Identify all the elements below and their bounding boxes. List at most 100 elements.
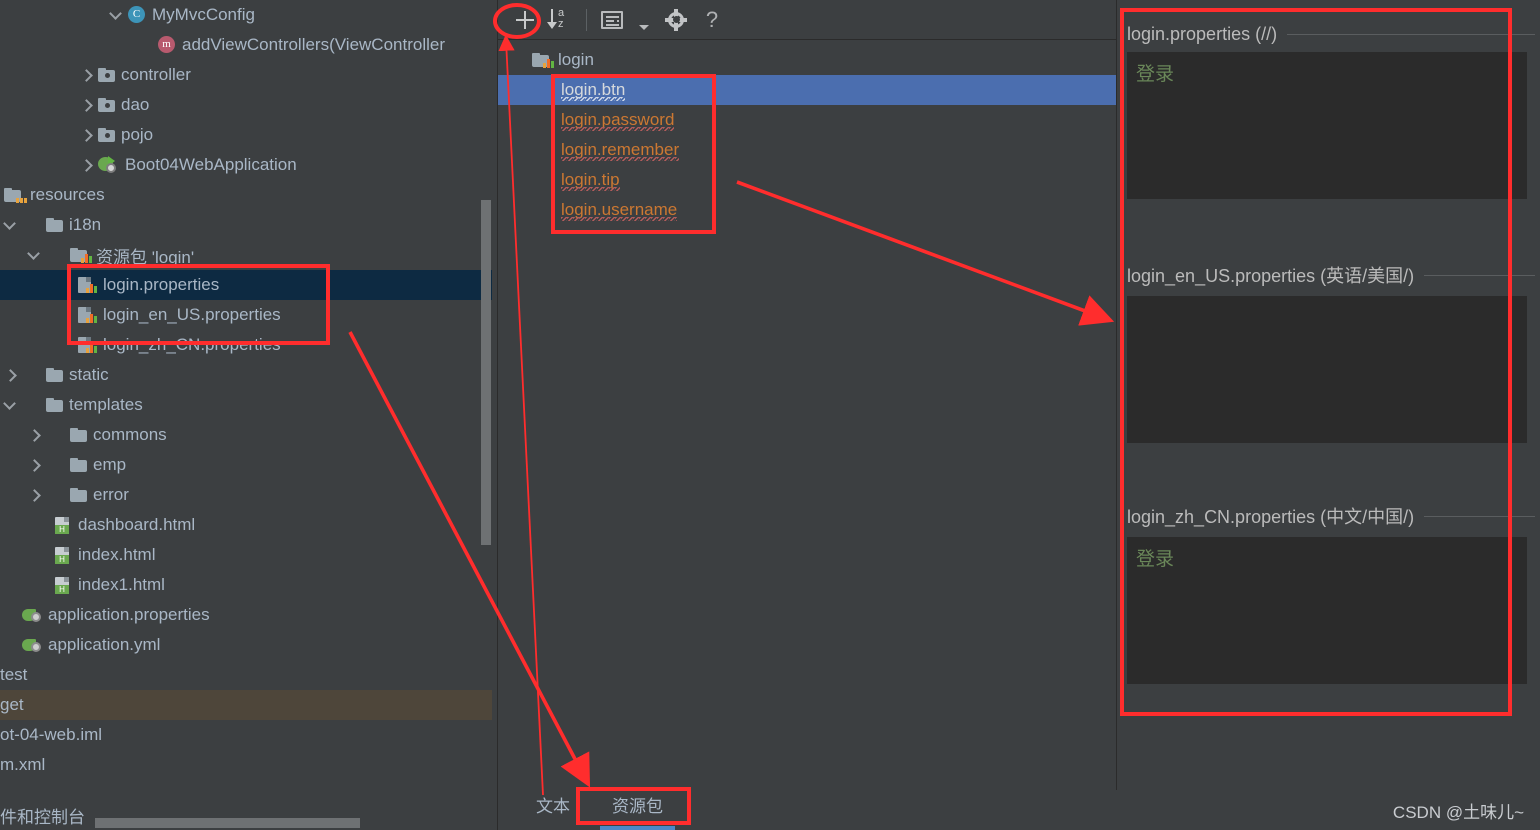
package-folder-icon [98, 128, 115, 142]
editor-bottom-tabs[interactable]: 文本 资源包 [497, 778, 1115, 830]
key-row-login-tip[interactable]: login.tip [498, 165, 1116, 195]
tree-row-get[interactable]: get [0, 690, 492, 720]
resource-bundle-keys-panel[interactable]: az ? login login.btn login.password logi… [497, 0, 1116, 778]
tree-row[interactable]: H dashboard.html [0, 510, 492, 540]
key-row-login-btn[interactable]: login.btn [498, 75, 1116, 105]
plus-icon [514, 9, 536, 31]
class-icon: C [128, 6, 146, 24]
folder-icon [46, 398, 63, 412]
add-property-button[interactable] [508, 4, 542, 36]
value-text [1128, 297, 1526, 303]
tree-row[interactable]: H index1.html [0, 570, 492, 600]
folder-icon [70, 458, 87, 472]
settings-button[interactable] [659, 4, 693, 36]
tree-item-label: test [0, 665, 28, 684]
project-tree-horizontal-scrollbar[interactable] [95, 818, 360, 828]
value-text: 登录 [1136, 64, 1175, 85]
chevron-down-icon[interactable] [26, 246, 44, 264]
help-button[interactable]: ? [695, 4, 729, 36]
tree-row[interactable]: commons [0, 420, 492, 450]
chevron-down-icon [639, 24, 649, 30]
spring-config-icon [22, 607, 42, 624]
property-values-panel[interactable]: login.properties (//) 登录 login_en_US.pro… [1116, 0, 1540, 790]
tree-row[interactable]: emp [0, 450, 492, 480]
project-tree-vertical-scrollbar[interactable] [481, 200, 491, 545]
tree-row[interactable]: application.yml [0, 630, 492, 660]
tree-row[interactable]: static [0, 360, 492, 390]
chevron-right-icon[interactable] [78, 96, 96, 114]
value-section-header: login_zh_CN.properties (中文/中国/) [1117, 496, 1540, 536]
chevron-right-icon[interactable] [2, 366, 20, 384]
value-section-header: login.properties (//) [1117, 14, 1540, 54]
tree-item-label: index1.html [78, 575, 165, 594]
keys-toolbar[interactable]: az ? [498, 0, 1116, 40]
project-tree-panel[interactable]: C MyMvcConfig m addViewControllers(ViewC… [0, 0, 492, 800]
key-row-login-password[interactable]: login.password [498, 105, 1116, 135]
properties-icon [78, 307, 97, 323]
chevron-right-icon[interactable] [26, 486, 44, 504]
chevron-right-icon[interactable] [26, 456, 44, 474]
tab-text[interactable]: 文本 [528, 786, 578, 823]
package-folder-icon [98, 98, 115, 112]
tree-row[interactable]: resources [0, 180, 492, 210]
tree-row[interactable]: Boot04WebApplication [0, 150, 492, 180]
spellcheck-underline [561, 127, 675, 131]
tree-item-label: MyMvcConfig [152, 5, 255, 24]
tree-row[interactable]: ot-04-web.iml [0, 720, 492, 750]
tree-row[interactable]: m.xml [0, 750, 492, 780]
tree-item-label: get [0, 695, 24, 714]
chevron-down-icon[interactable] [108, 6, 126, 24]
tree-row-login-properties[interactable]: login.properties [0, 270, 492, 300]
folder-icon [70, 428, 87, 442]
keys-root-row[interactable]: login [498, 45, 1116, 75]
tree-item-label: controller [121, 65, 191, 84]
tree-row[interactable]: H index.html [0, 540, 492, 570]
tree-row[interactable]: pojo [0, 120, 492, 150]
tree-row[interactable]: error [0, 480, 492, 510]
tree-row[interactable]: C MyMvcConfig [0, 0, 492, 30]
folder-icon [70, 488, 87, 502]
chevron-down-icon[interactable] [2, 216, 20, 234]
tree-row[interactable]: i18n [0, 210, 492, 240]
tree-item-label: Boot04WebApplication [125, 155, 297, 174]
tree-row-login-zh-cn[interactable]: login_zh_CN.properties [0, 330, 492, 360]
tree-item-label: application.yml [48, 635, 161, 654]
chevron-right-icon[interactable] [78, 126, 96, 144]
tree-row[interactable]: application.properties [0, 600, 492, 630]
tree-row[interactable]: test [0, 660, 492, 690]
group-properties-button[interactable] [595, 4, 629, 36]
tree-row[interactable]: templates [0, 390, 492, 420]
value-editor-login-en-us[interactable] [1127, 296, 1527, 443]
tree-row[interactable]: dao [0, 90, 492, 120]
value-editor-login-zh-cn[interactable]: 登录 [1127, 537, 1527, 684]
chevron-right-icon[interactable] [26, 426, 44, 444]
value-section-title: login_en_US.properties (英语/美国/) [1127, 266, 1415, 286]
tree-item-label: 资源包 'login' [96, 247, 195, 267]
spring-boot-icon [98, 156, 119, 174]
tree-row[interactable]: 资源包 'login' [0, 240, 492, 270]
tree-row-login-en-us[interactable]: login_en_US.properties [0, 300, 492, 330]
value-editor-login-properties[interactable]: 登录 [1127, 52, 1527, 199]
tree-row[interactable]: m addViewControllers(ViewController [0, 30, 492, 60]
tree-item-label: templates [69, 395, 143, 414]
key-row-login-remember[interactable]: login.remember [498, 135, 1116, 165]
tree-item-label: login.properties [103, 275, 220, 294]
toolbar-separator [586, 8, 587, 31]
tree-item-label: i18n [69, 215, 102, 234]
chevron-right-icon[interactable] [78, 156, 96, 174]
toolbar-dropdown-button[interactable] [631, 4, 657, 36]
key-row-login-username[interactable]: login.username [498, 195, 1116, 225]
properties-icon [78, 337, 97, 353]
tree-item-label: application.properties [48, 605, 210, 624]
tree-row[interactable]: controller [0, 60, 492, 90]
html-file-icon: H [54, 576, 72, 594]
folder-icon [46, 368, 63, 382]
sort-alphabetically-button[interactable]: az [544, 4, 578, 36]
chevron-right-icon[interactable] [78, 66, 96, 84]
html-file-icon: H [54, 546, 72, 564]
ide-window: C MyMvcConfig m addViewControllers(ViewC… [0, 0, 1540, 830]
chevron-down-icon[interactable] [2, 396, 20, 414]
tree-item-label: emp [93, 455, 127, 474]
tab-resource-bundle[interactable]: 资源包 [600, 786, 675, 830]
list-icon [601, 10, 623, 29]
